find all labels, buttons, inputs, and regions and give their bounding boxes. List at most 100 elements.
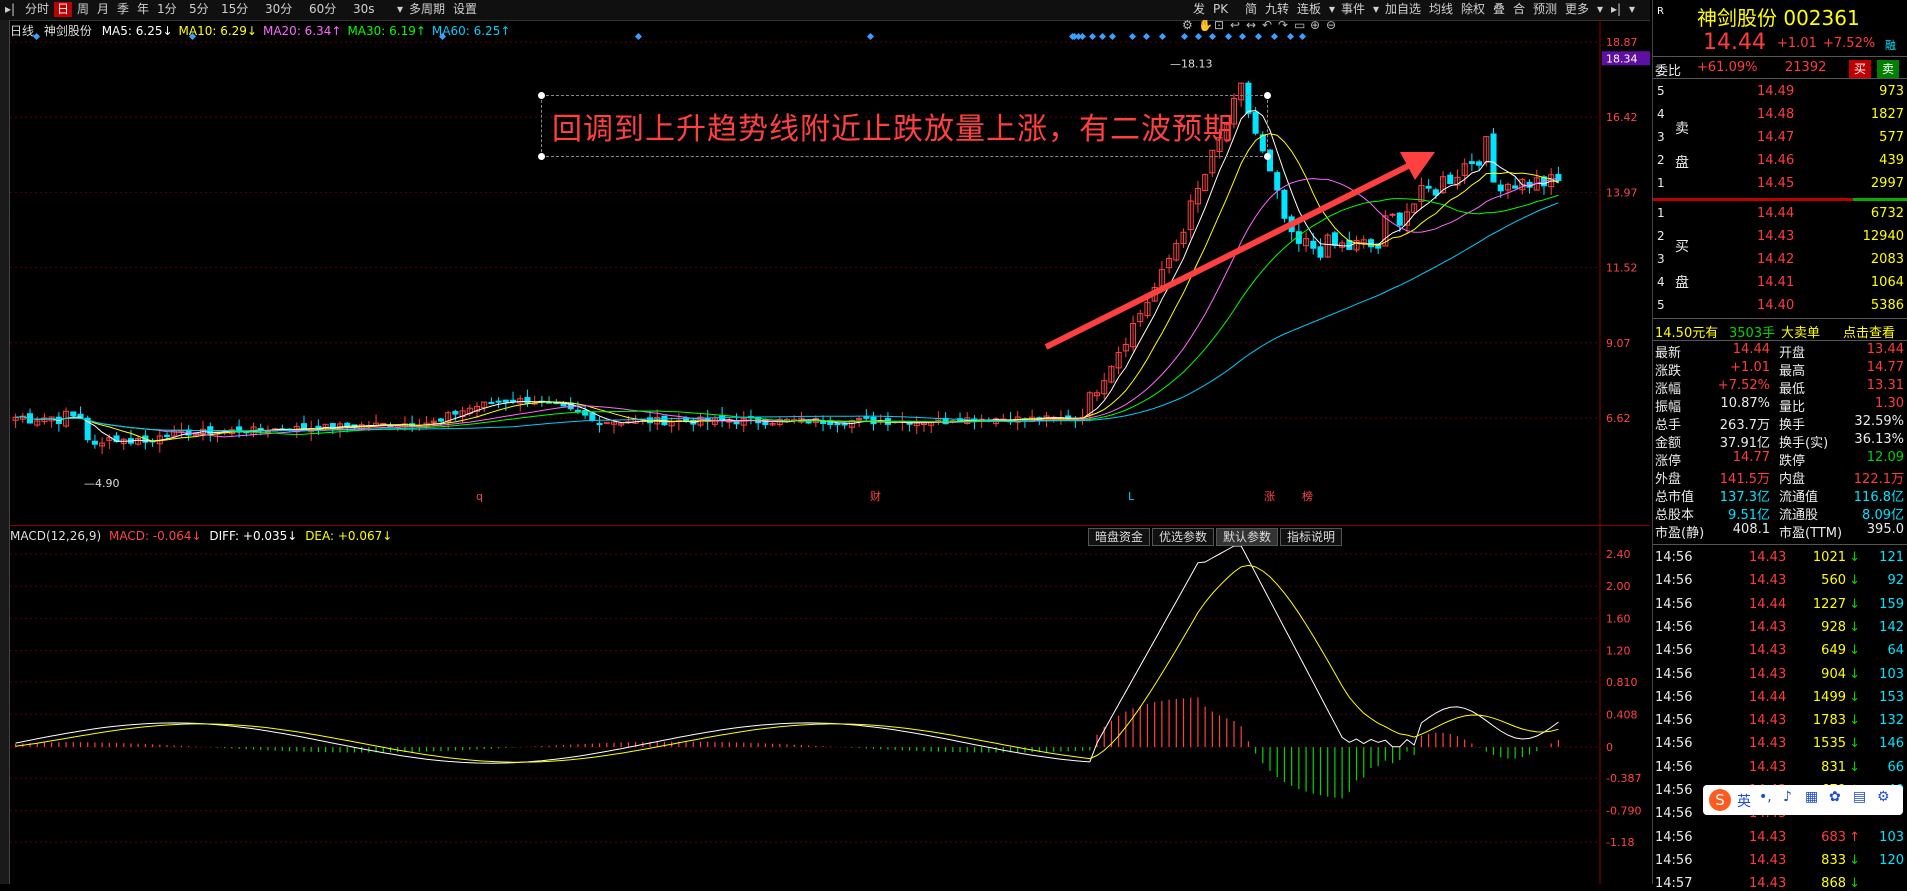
- chart-tool-icon[interactable]: ↔: [1246, 20, 1256, 32]
- event-diamond-icon[interactable]: [1208, 32, 1217, 41]
- event-diamond-icon[interactable]: [634, 32, 643, 41]
- period-tab[interactable]: 分时: [22, 2, 52, 17]
- macd-param-button[interactable]: 优选参数: [1152, 528, 1215, 546]
- toolbar-right-button[interactable]: 均线: [1426, 2, 1456, 17]
- period-tab[interactable]: 30s: [350, 2, 378, 17]
- stat-value: 14.77: [1866, 360, 1904, 375]
- chart-tool-icon[interactable]: ↩: [1230, 20, 1240, 32]
- dropdown-icon[interactable]: ▾: [1370, 2, 1382, 17]
- toolbar-right-button[interactable]: 加自选: [1382, 2, 1424, 17]
- event-diamond-icon[interactable]: [1298, 32, 1307, 41]
- ime-toolbar[interactable]: S 英 •, ♪ ▦ ✿ ▤ ⚙: [1703, 785, 1903, 815]
- r-icon[interactable]: R: [1657, 6, 1664, 17]
- dropdown-icon[interactable]: ▾: [1626, 2, 1638, 17]
- toolbar-right-button[interactable]: 更多: [1562, 2, 1592, 17]
- stat-value: 14.77: [1732, 450, 1770, 465]
- event-diamond-icon[interactable]: [1238, 32, 1247, 41]
- tick-time: 14:56: [1655, 713, 1693, 729]
- event-diamond-icon[interactable]: [1194, 32, 1203, 41]
- chart-tool-icon[interactable]: ⊡: [1214, 20, 1224, 32]
- annotation-textbox[interactable]: 回调到上升趋势线附近止跌放量上涨，有二波预期: [538, 92, 1271, 160]
- chart-tool-icon[interactable]: ⊖: [1326, 20, 1336, 32]
- ime-lang[interactable]: 英: [1737, 791, 1751, 811]
- event-diamond-icon[interactable]: [1254, 32, 1263, 41]
- event-diamond-icon[interactable]: [1158, 32, 1167, 41]
- event-marker[interactable]: 财: [870, 489, 881, 503]
- ime-mic-icon[interactable]: ♪: [1783, 789, 1792, 805]
- period-tab[interactable]: 1分: [154, 2, 180, 17]
- ime-keyboard-icon[interactable]: ▦: [1805, 789, 1818, 805]
- buy-button[interactable]: 买: [1849, 60, 1872, 78]
- event-diamond-icon[interactable]: [1098, 32, 1107, 41]
- event-diamond-icon[interactable]: [1224, 32, 1233, 41]
- tick-volume: 1227: [1812, 596, 1846, 612]
- dropdown-icon[interactable]: ▾: [1326, 2, 1338, 17]
- macd-chart[interactable]: 2.40 2.00 1.60 1.20 0.810 0.408 0 -0.387 -0.790 -…: [10, 526, 1650, 884]
- period-tab[interactable]: 5分: [186, 2, 212, 17]
- event-diamond-icon[interactable]: [1142, 32, 1151, 41]
- weibi-label: 委比: [1655, 64, 1682, 79]
- candle-body: [1310, 240, 1317, 249]
- toolbar-right-button[interactable]: 连板: [1294, 2, 1324, 17]
- toolbar-right-button[interactable]: PK: [1210, 2, 1231, 17]
- left-sidebar-strip[interactable]: [0, 20, 10, 884]
- macd-param-button[interactable]: 暗盘资金: [1088, 528, 1151, 546]
- event-marker[interactable]: L: [1128, 490, 1135, 503]
- toolbar-right-button[interactable]: 叠: [1490, 2, 1508, 17]
- bigorder-link[interactable]: 点击查看: [1843, 322, 1895, 341]
- period-tab[interactable]: 季: [114, 2, 132, 17]
- chart-tool-icon[interactable]: ↷: [1278, 20, 1288, 32]
- toolbar-right-button[interactable]: 合: [1510, 2, 1528, 17]
- toolbar-right-button[interactable]: 预测: [1530, 2, 1560, 17]
- period-tab[interactable]: 周: [74, 2, 92, 17]
- event-diamond-icon[interactable]: [1180, 32, 1189, 41]
- macd-param-button[interactable]: 指标说明: [1280, 528, 1343, 546]
- ime-skin-icon[interactable]: ✿: [1829, 789, 1841, 805]
- stat-label: 振幅: [1655, 400, 1682, 415]
- resize-handle[interactable]: [1264, 153, 1271, 160]
- ime-menu-icon[interactable]: ▤: [1853, 789, 1866, 805]
- period-tab[interactable]: 15分: [218, 2, 251, 17]
- dropdown-icon[interactable]: ▾: [394, 2, 406, 17]
- macd-param-button[interactable]: 默认参数: [1216, 528, 1279, 546]
- ime-punct-icon[interactable]: •,: [1759, 789, 1772, 805]
- event-diamond-icon[interactable]: [1270, 32, 1279, 41]
- event-diamond-icon[interactable]: [1286, 32, 1295, 41]
- toolbar-right-button[interactable]: 除权: [1458, 2, 1488, 17]
- resize-handle[interactable]: [538, 92, 545, 99]
- chart-tool-icon[interactable]: ⊕: [1310, 20, 1320, 32]
- collapse-icon[interactable]: ▸|: [1608, 2, 1624, 17]
- event-marker[interactable]: 涨: [1264, 490, 1275, 503]
- chart-tool-icon[interactable]: ⚙: [1182, 20, 1193, 32]
- period-tab[interactable]: 日: [54, 2, 73, 17]
- event-diamond-icon[interactable]: [1108, 32, 1117, 41]
- period-tab[interactable]: 年: [134, 2, 152, 17]
- stat-value: 141.5万: [1719, 472, 1770, 487]
- toolbar-right-button[interactable]: 发: [1190, 2, 1208, 17]
- resize-handle[interactable]: [538, 153, 545, 160]
- chart-tool-icon[interactable]: ▭: [1294, 20, 1305, 32]
- event-diamond-icon[interactable]: [1078, 32, 1087, 41]
- event-marker[interactable]: q: [476, 490, 483, 503]
- chart-tool-icon[interactable]: ↶: [1262, 20, 1272, 32]
- event-marker[interactable]: 榜: [1302, 489, 1313, 503]
- toolbar-right-button[interactable]: 简: [1242, 2, 1260, 17]
- event-diamond-icon[interactable]: [866, 32, 875, 41]
- event-diamond-icon[interactable]: [1088, 32, 1097, 41]
- toolbar-right-button[interactable]: 九转: [1262, 2, 1292, 17]
- price-tick-label: 18.87: [1606, 36, 1638, 49]
- dropdown-icon[interactable]: ▾: [1594, 2, 1606, 17]
- ime-more-icon[interactable]: ⚙: [1877, 789, 1890, 805]
- sell-button[interactable]: 卖: [1877, 60, 1900, 78]
- period-tab[interactable]: 设置: [450, 2, 480, 17]
- period-tab[interactable]: 月: [94, 2, 112, 17]
- resize-handle[interactable]: [1264, 92, 1271, 99]
- period-tab[interactable]: 多周期: [406, 2, 448, 17]
- period-tab[interactable]: 30分: [262, 2, 295, 17]
- toolbar-menu-icon[interactable]: ▸|: [2, 2, 18, 17]
- period-tab[interactable]: 60分: [306, 2, 339, 17]
- toolbar-right-button[interactable]: 事件: [1338, 2, 1368, 17]
- chart-tool-icon[interactable]: ✋: [1198, 20, 1213, 32]
- event-diamond-icon[interactable]: [1128, 32, 1137, 41]
- stat-value: 14.44: [1732, 342, 1770, 357]
